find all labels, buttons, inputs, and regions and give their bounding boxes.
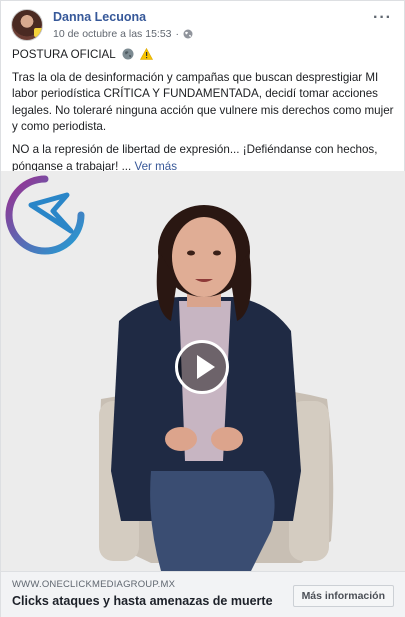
post-paragraph-1: Tras la ola de desinformación y campañas… <box>12 70 394 134</box>
globe-icon[interactable] <box>183 29 193 39</box>
video-player[interactable] <box>1 171 405 571</box>
more-options-icon[interactable]: ··· <box>373 9 392 27</box>
warning-emoji <box>139 48 153 60</box>
post-header: Danna Lecuona 10 de octubre a las 15:53 … <box>11 9 394 45</box>
separator: · <box>175 28 180 40</box>
post-meta: 10 de octubre a las 15:53 · <box>53 28 193 40</box>
link-domain: WWW.ONECLICKMEDIAGROUP.MX <box>12 579 176 590</box>
post-text: POSTURA OFICIAL Tras la ola de desinform… <box>12 47 395 181</box>
post-timestamp[interactable]: 10 de octubre a las 15:53 <box>53 28 172 40</box>
post-title: POSTURA OFICIAL <box>12 48 116 61</box>
facebook-post: Danna Lecuona 10 de octubre a las 15:53 … <box>0 0 405 617</box>
author-name[interactable]: Danna Lecuona <box>53 10 146 24</box>
avatar-badge <box>34 28 42 37</box>
post-paragraph-2-text: NO a la represión de libertad de expresi… <box>12 142 378 173</box>
post-title-line: POSTURA OFICIAL <box>12 47 395 64</box>
more-info-button[interactable]: Más información <box>292 585 394 607</box>
play-icon[interactable] <box>175 340 229 394</box>
earth-globe-emoji <box>122 48 134 60</box>
avatar[interactable] <box>11 9 43 41</box>
link-headline[interactable]: Clicks ataques y hasta amenazas de muert… <box>12 594 273 608</box>
link-preview-card[interactable]: WWW.ONECLICKMEDIAGROUP.MX Clicks ataques… <box>1 571 405 617</box>
